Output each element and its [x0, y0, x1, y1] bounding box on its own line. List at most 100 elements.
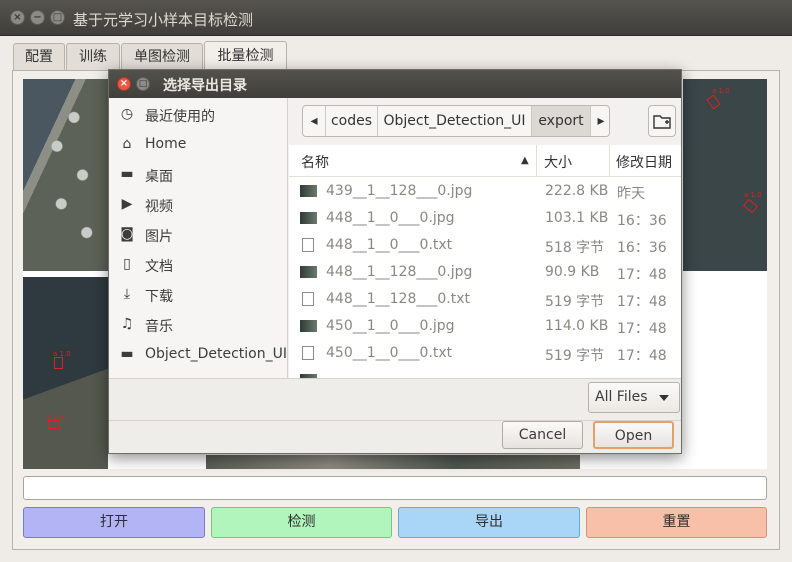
open-button[interactable]: 打开	[23, 507, 205, 538]
column-size[interactable]: 大小	[544, 152, 572, 172]
file-modified: 17：48	[617, 294, 667, 310]
tab-batch-detect[interactable]: 批量检测	[204, 41, 287, 71]
breadcrumb-item-object-detection-ui[interactable]: Object_Detection_UI	[378, 106, 532, 136]
reset-button[interactable]: 重置	[586, 507, 767, 538]
file-row[interactable]: 448__1__128___0.txt 519 字节 17：48	[289, 286, 681, 313]
place-label: 下载	[145, 289, 173, 305]
file-size: 103.1 KB	[545, 210, 609, 226]
clock-icon: ◷	[120, 106, 134, 122]
file-modified: 16：36	[617, 213, 667, 229]
file-size: 519 字节	[545, 294, 605, 310]
detection-label: a 1.0	[47, 414, 65, 422]
tab-single-detect[interactable]: 单图检测	[121, 43, 203, 71]
text-file-icon	[302, 346, 314, 360]
dialog-minimize-button[interactable]: □	[136, 77, 150, 91]
place-label: 图片	[145, 229, 173, 245]
place-label: 文档	[145, 259, 173, 275]
place-downloads[interactable]: ⤓ 下载	[109, 280, 288, 310]
window-maximize-button[interactable]: □	[50, 10, 65, 25]
place-home[interactable]: ⌂ Home	[109, 130, 288, 160]
file-row[interactable]: 448__1__0___0.jpg 103.1 KB 16：36	[289, 205, 681, 232]
detection-label: a 1.0	[712, 87, 730, 95]
main-titlebar: × − □ 基于元学习小样本目标检测	[0, 0, 792, 36]
file-size: 114.0 KB	[545, 318, 609, 334]
tab-config[interactable]: 配置	[13, 43, 65, 71]
file-size: 222.8 KB	[545, 183, 609, 199]
image-file-icon	[300, 320, 317, 332]
file-modified: 昨天	[617, 186, 645, 202]
window-minimize-button[interactable]: −	[30, 10, 45, 25]
file-row[interactable]: 448__1__128___0.jpg 90.9 KB 17：48	[289, 259, 681, 286]
file-modified: 16：36	[617, 240, 667, 256]
file-size: 519 字节	[545, 348, 605, 364]
file-modified: 17：48	[617, 348, 667, 364]
sort-ascending-icon: ▲	[521, 155, 529, 166]
place-label: 音乐	[145, 319, 173, 335]
file-type-select[interactable]: All Files	[588, 382, 680, 413]
file-list: 名称 ▲ 大小 修改日期 439__1__128___0.jpg 222.8 K…	[289, 145, 681, 378]
breadcrumb-item-export[interactable]: export	[532, 106, 591, 136]
window-title: 基于元学习小样本目标检测	[73, 11, 254, 29]
place-recent[interactable]: ◷ 最近使用的	[109, 100, 288, 130]
place-object-detection-ui[interactable]: ▬ Object_Detection_UI	[109, 340, 288, 370]
window-close-button[interactable]: ×	[10, 10, 25, 25]
file-row[interactable]: 439__1__128___0.jpg 222.8 KB 昨天	[289, 178, 681, 205]
file-name: 448__1__0___0.jpg	[326, 210, 455, 226]
image-file-icon	[300, 266, 317, 278]
camera-icon: ◙	[120, 226, 134, 242]
text-file-icon	[302, 292, 314, 306]
column-name[interactable]: 名称	[301, 152, 329, 172]
place-desktop[interactable]: ▬ 桌面	[109, 160, 288, 190]
text-file-icon	[302, 238, 314, 252]
breadcrumb-back-button[interactable]: ◂	[303, 106, 326, 136]
result-image	[23, 79, 108, 271]
detect-button[interactable]: 检测	[211, 507, 392, 538]
file-size: 518 字节	[545, 240, 605, 256]
folder-icon: ▬	[120, 166, 134, 182]
file-name: 439__1__128___0.jpg	[326, 183, 473, 199]
file-row[interactable]: 450__1__0___0.txt 519 字节 17：48	[289, 340, 681, 367]
file-name: 450__1__0___0.jpg	[326, 318, 455, 334]
file-type-value: All Files	[595, 389, 648, 405]
dialog-close-button[interactable]: ×	[117, 77, 131, 91]
open-dialog-button[interactable]: Open	[593, 421, 674, 449]
place-documents[interactable]: ▯ 文档	[109, 250, 288, 280]
place-label: Home	[145, 136, 187, 152]
file-name: 448__1__0___0.txt	[326, 237, 453, 253]
place-videos[interactable]: ▶ 视频	[109, 190, 288, 220]
detection-label: a 1.0	[53, 350, 71, 358]
breadcrumb-forward-button[interactable]: ▸	[591, 106, 609, 136]
file-list-header: 名称 ▲ 大小 修改日期	[289, 145, 681, 177]
place-pictures[interactable]: ◙ 图片	[109, 220, 288, 250]
document-icon: ▯	[123, 256, 131, 272]
place-label: 最近使用的	[145, 109, 215, 125]
image-file-icon	[300, 212, 317, 224]
tab-train[interactable]: 训练	[66, 43, 120, 71]
breadcrumb-item-codes[interactable]: codes	[326, 106, 378, 136]
file-name: 448__1__128___0.txt	[326, 291, 470, 307]
file-row[interactable]	[289, 367, 681, 378]
detection-label: a 1.0	[744, 191, 762, 199]
breadcrumb: ◂ codes Object_Detection_UI export ▸	[302, 105, 610, 137]
create-folder-button[interactable]	[648, 105, 676, 137]
image-file-icon	[300, 185, 317, 197]
place-label: 桌面	[145, 169, 173, 185]
file-row[interactable]: 450__1__0___0.jpg 114.0 KB 17：48	[289, 313, 681, 340]
folder-icon: ▬	[120, 346, 134, 362]
music-icon: ♫	[120, 316, 134, 332]
file-modified: 17：48	[617, 267, 667, 283]
place-music[interactable]: ♫ 音乐	[109, 310, 288, 340]
new-folder-icon	[653, 115, 671, 129]
detection-box	[54, 357, 63, 369]
result-image	[23, 277, 108, 469]
column-modified[interactable]: 修改日期	[616, 152, 672, 172]
file-row[interactable]: 448__1__0___0.txt 518 字节 16：36	[289, 232, 681, 259]
cancel-button[interactable]: Cancel	[502, 421, 583, 449]
place-label: 视频	[145, 199, 173, 215]
result-image	[206, 455, 580, 469]
export-directory-dialog: × □ 选择导出目录 ◷ 最近使用的 ⌂ Home ▬ 桌面 ▶ 视频 ◙ 图片…	[108, 69, 682, 454]
chevron-down-icon	[659, 395, 669, 401]
export-button[interactable]: 导出	[398, 507, 580, 538]
path-input[interactable]	[23, 476, 767, 500]
home-icon: ⌂	[122, 136, 132, 152]
